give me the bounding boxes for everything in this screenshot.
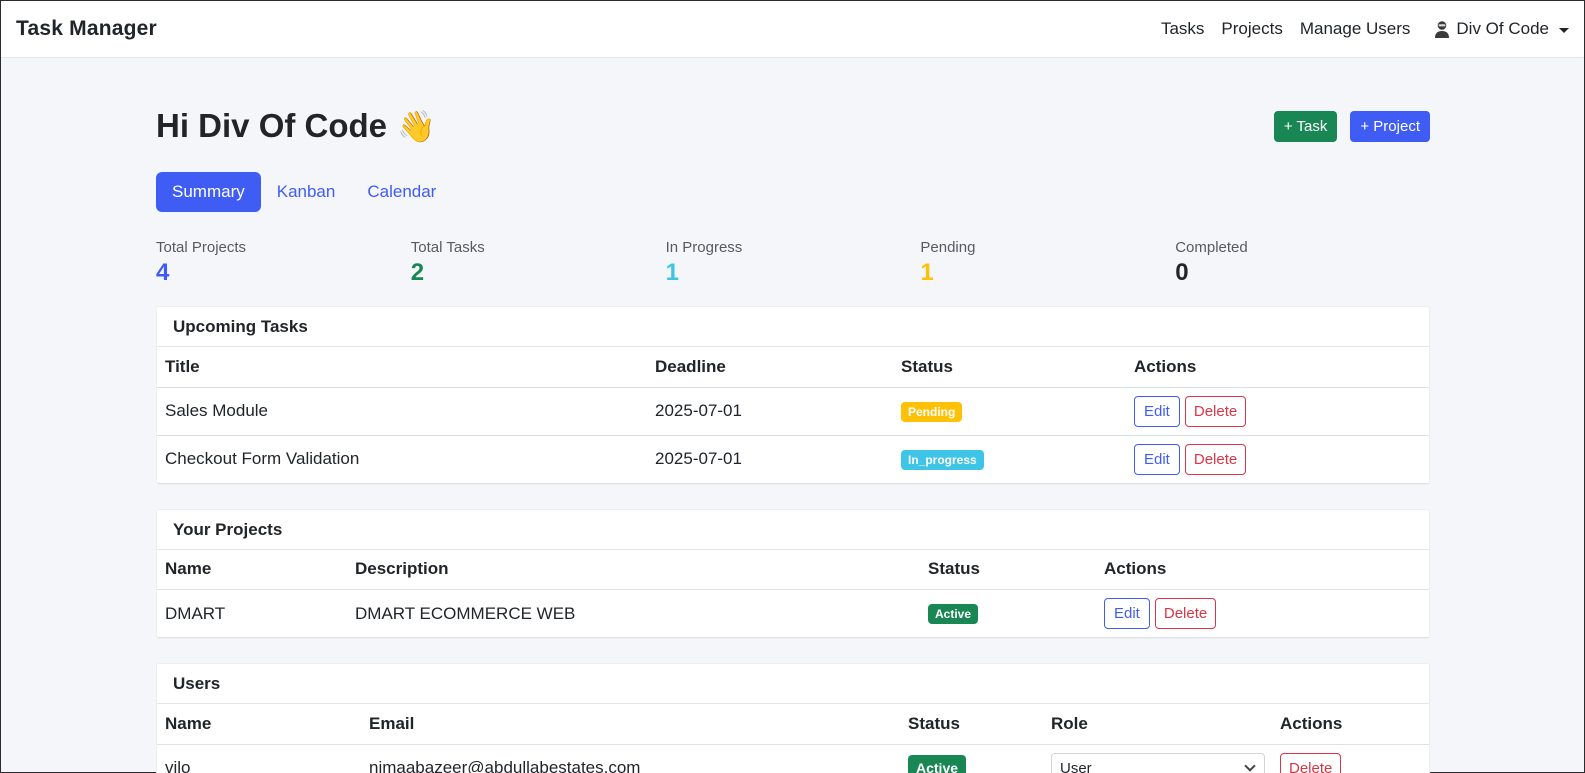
- status-badge: In_progress: [901, 449, 984, 470]
- status-cell: In_progress: [893, 435, 1126, 484]
- chevron-down-icon: [1244, 760, 1256, 772]
- table-row: vilo nimaabazeer@abdullabestates.com Act…: [157, 744, 1429, 773]
- status-cell: Active: [900, 744, 1043, 773]
- table-header-row: Name Email Status Role Actions: [157, 704, 1429, 745]
- stat-value: 1: [665, 259, 679, 286]
- status-badge: Pending: [901, 401, 963, 422]
- actions-cell: Edit Delete: [1126, 387, 1429, 436]
- column-header: Deadline: [647, 347, 893, 388]
- edit-button[interactable]: Edit: [1134, 395, 1180, 427]
- role-select[interactable]: User: [1051, 752, 1265, 773]
- delete-button[interactable]: Delete: [1184, 395, 1247, 427]
- column-header: Status: [920, 549, 1096, 590]
- greeting-text: Hi Div Of Code: [156, 107, 388, 144]
- view-tabs: Summary Kanban Calendar: [156, 172, 1430, 212]
- add-task-button[interactable]: + Task: [1273, 110, 1338, 142]
- nav-link-manage-users[interactable]: Manage Users: [1300, 19, 1411, 39]
- waving-hand-icon: 👋: [397, 108, 436, 144]
- users-table: Name Email Status Role Actions vilo nima…: [157, 704, 1429, 773]
- upcoming-tasks-table: Title Deadline Status Actions Sales Modu…: [157, 347, 1429, 484]
- status-cell: Active: [920, 589, 1096, 638]
- stat-total-projects: Total Projects 4: [156, 239, 411, 287]
- actions-cell: Edit Delete: [1126, 435, 1429, 484]
- header-actions: + Task + Project: [1273, 110, 1430, 142]
- card-title: Your Projects: [157, 510, 1429, 550]
- user-name: Div Of Code: [1456, 19, 1549, 38]
- project-name: DMART: [157, 589, 347, 638]
- users-card: Users Name Email Status Role Actions vil…: [156, 663, 1430, 773]
- user-avatar-icon: [1435, 21, 1450, 38]
- column-header: Actions: [1096, 549, 1429, 590]
- project-description: DMART ECOMMERCE WEB: [347, 589, 920, 638]
- stat-label: Total Tasks: [410, 239, 485, 256]
- brand-title[interactable]: Task Manager: [16, 17, 157, 41]
- status-badge: Active: [908, 755, 967, 773]
- top-navbar: Task Manager Tasks Projects Manage Users…: [1, 1, 1584, 58]
- actions-cell: Delete: [1272, 744, 1429, 773]
- task-deadline: 2025-07-01: [647, 387, 893, 436]
- column-header: Role: [1043, 704, 1272, 745]
- user-menu-dropdown[interactable]: Div Of Code: [1434, 19, 1569, 39]
- actions-cell: Edit Delete: [1096, 589, 1429, 638]
- table-row: Sales Module 2025-07-01 Pending Edit Dele…: [157, 387, 1429, 436]
- stat-pending: Pending 1: [920, 239, 1175, 287]
- table-header-row: Name Description Status Actions: [157, 549, 1429, 590]
- role-cell: User: [1043, 744, 1272, 773]
- stat-value: 4: [156, 259, 170, 286]
- stat-value: 2: [410, 259, 425, 286]
- column-header: Description: [347, 549, 920, 590]
- page-title: Hi Div Of Code 👋: [156, 107, 436, 145]
- stat-in-progress: In Progress 1: [666, 239, 921, 287]
- stat-value: 1: [920, 259, 934, 286]
- projects-card: Your Projects Name Description Status Ac…: [156, 508, 1430, 639]
- stat-label: In Progress: [665, 239, 743, 256]
- status-cell: Pending: [893, 387, 1126, 436]
- delete-button[interactable]: Delete: [1154, 598, 1217, 629]
- chevron-down-icon: [1559, 27, 1569, 33]
- user-name: vilo: [157, 744, 361, 773]
- column-header: Title: [157, 347, 647, 388]
- stats-row: Total Projects 4 Total Tasks 2 In Progre…: [156, 239, 1430, 287]
- delete-button[interactable]: Delete: [1280, 752, 1342, 773]
- stat-label: Total Projects: [156, 239, 247, 256]
- column-header: Status: [900, 704, 1043, 745]
- stat-label: Pending: [920, 239, 976, 256]
- table-row: DMART DMART ECOMMERCE WEB Active Edit Del…: [157, 589, 1429, 638]
- tab-kanban[interactable]: Kanban: [261, 172, 352, 212]
- task-deadline: 2025-07-01: [647, 435, 893, 484]
- page-header: Hi Div Of Code 👋 + Task + Project: [156, 106, 1430, 146]
- nav-link-projects[interactable]: Projects: [1221, 19, 1282, 39]
- table-header-row: Title Deadline Status Actions: [157, 347, 1429, 388]
- projects-table: Name Description Status Actions DMART DM…: [157, 549, 1429, 638]
- nav-link-tasks[interactable]: Tasks: [1161, 19, 1204, 39]
- role-select-value: User: [1060, 759, 1092, 773]
- tab-summary[interactable]: Summary: [156, 172, 261, 212]
- column-header: Name: [157, 704, 361, 745]
- upcoming-tasks-card: Upcoming Tasks Title Deadline Status Act…: [156, 306, 1430, 485]
- task-title: Sales Module: [157, 387, 647, 436]
- column-header: Actions: [1126, 347, 1429, 388]
- task-title: Checkout Form Validation: [157, 435, 647, 484]
- column-header: Status: [893, 347, 1126, 388]
- tab-calendar[interactable]: Calendar: [351, 172, 452, 212]
- stat-completed: Completed 0: [1175, 239, 1430, 287]
- stat-total-tasks: Total Tasks 2: [411, 239, 666, 287]
- column-header: Name: [157, 549, 347, 590]
- edit-button[interactable]: Edit: [1134, 443, 1180, 475]
- table-row: Checkout Form Validation 2025-07-01 In_p…: [157, 435, 1429, 484]
- edit-button[interactable]: Edit: [1104, 598, 1150, 629]
- nav-links: Tasks Projects Manage Users Div Of Code: [1144, 19, 1569, 39]
- card-title: Upcoming Tasks: [157, 307, 1429, 347]
- column-header: Actions: [1272, 704, 1429, 745]
- main-container: Hi Div Of Code 👋 + Task + Project Summar…: [156, 58, 1430, 773]
- user-email: nimaabazeer@abdullabestates.com: [361, 744, 900, 773]
- stat-label: Completed: [1175, 239, 1248, 256]
- card-title: Users: [157, 664, 1429, 704]
- stat-value: 0: [1175, 259, 1189, 286]
- column-header: Email: [361, 704, 900, 745]
- add-project-button[interactable]: + Project: [1350, 110, 1430, 142]
- status-badge: Active: [928, 604, 979, 624]
- delete-button[interactable]: Delete: [1184, 443, 1247, 475]
